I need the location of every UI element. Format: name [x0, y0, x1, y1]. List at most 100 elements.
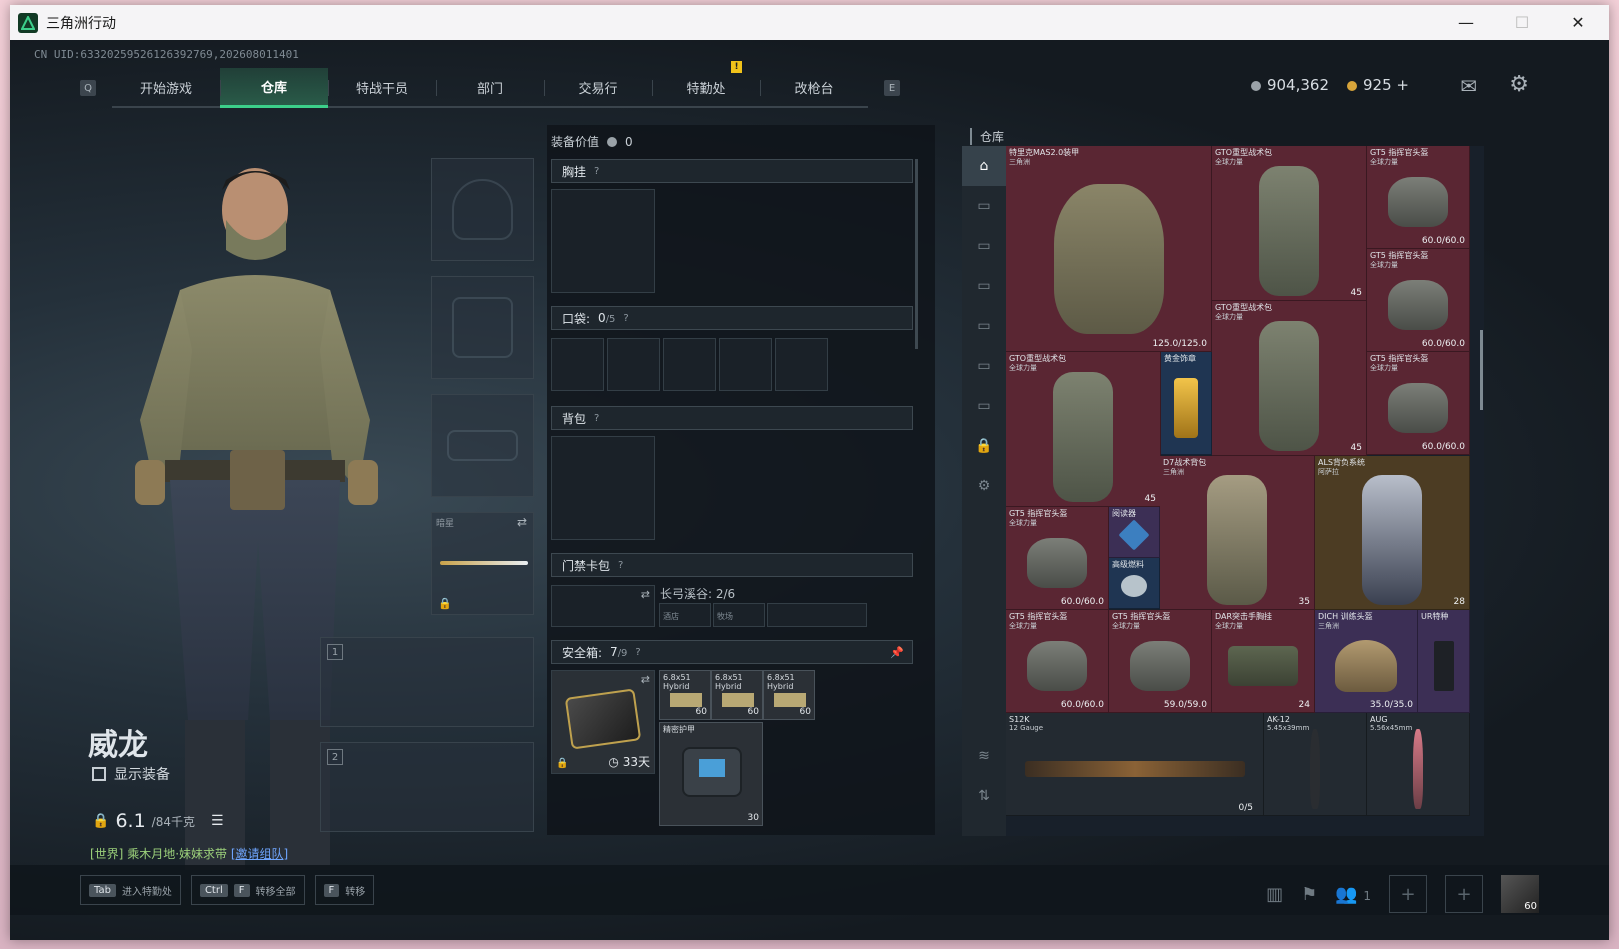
stash-item-backpack[interactable]: GTO重型战术包 全球力量 45 [1006, 352, 1161, 507]
pocket-slot[interactable] [663, 338, 716, 391]
bond-balance[interactable]: 925 + [1347, 76, 1409, 94]
stash-scrollbar[interactable] [1480, 330, 1483, 410]
help-icon[interactable]: ? [594, 166, 599, 177]
keycard-case-slot[interactable]: ⇄ [551, 585, 655, 627]
stash-item-helmet[interactable]: GT5 指挥官头盔 全球力量 60.0/60.0 [1006, 507, 1109, 610]
ammo-name: 6.8x51 Hybrid [767, 673, 795, 691]
help-icon[interactable]: ? [618, 560, 623, 571]
stash-page-icon[interactable]: ▭ [962, 226, 1006, 266]
flag-icon[interactable]: ⚑ [1301, 884, 1317, 905]
tab-operators[interactable]: 特战干员 [328, 68, 436, 108]
pin-icon[interactable]: 📌 [890, 646, 904, 659]
stash-item-helmet[interactable]: DICH 训练头盔 三角洲 35.0/35.0 [1315, 610, 1418, 713]
safebox-slot[interactable]: ⇄ 🔒 ◷ 33天 [551, 670, 655, 774]
stash-item-shotgun[interactable]: S12K 12 Gauge 0/5 [1006, 713, 1264, 816]
stash-item-backpack[interactable]: D7战术背包 三角洲 35 [1160, 456, 1315, 610]
nav-right-key[interactable]: E [884, 80, 900, 96]
tab-department[interactable]: 部门 [436, 68, 544, 108]
help-icon[interactable]: ? [623, 313, 628, 324]
stash-item-helmet[interactable]: GT5 指挥官头盔 全球力量 60.0/60.0 [1006, 610, 1109, 713]
hint-enter-special-ops[interactable]: Tab 进入特勤处 [80, 875, 181, 905]
stash-item-backpack[interactable]: ALS背负系统 阿萨拉 28 [1315, 456, 1470, 610]
tab-gunsmith[interactable]: 改枪台 [760, 68, 868, 108]
primary-weapon-slot-2[interactable]: 2 [320, 742, 534, 832]
stash-item-fuel[interactable]: 高级燃料 [1109, 558, 1160, 609]
stash-page-icon[interactable]: ▭ [962, 266, 1006, 306]
stash-settings-icon[interactable]: ⚙ [962, 466, 1006, 506]
stash-item-backpack[interactable]: GTO重型战术包 全球力量 45 [1212, 301, 1367, 456]
stash-item-gold-badge[interactable]: 黄金饰章 [1161, 352, 1212, 455]
show-gear-toggle[interactable]: 显示装备 [92, 764, 170, 784]
minimize-button[interactable]: — [1443, 5, 1489, 40]
stash-item-reader[interactable]: 阅读器 [1109, 507, 1160, 558]
swap-icon[interactable]: ⇄ [517, 515, 527, 529]
tab-special-ops[interactable]: 特勤处 [652, 68, 760, 108]
stash-item-helmet[interactable]: GT5 指挥官头盔 全球力量 60.0/60.0 [1367, 249, 1470, 352]
help-icon[interactable]: ? [635, 647, 640, 658]
stats-icon[interactable]: ▥ [1266, 884, 1283, 905]
scrollbar[interactable] [915, 159, 918, 349]
close-button[interactable]: ✕ [1555, 5, 1601, 40]
pocket-slot[interactable] [775, 338, 828, 391]
stash-item-helmet[interactable]: GT5 指挥官头盔 全球力量 60.0/60.0 [1367, 352, 1470, 455]
stash-layers-icon[interactable]: ≋ [962, 736, 1006, 776]
armor-kit-item[interactable]: 精密护甲 30 [659, 722, 763, 826]
stash-page-icon[interactable]: ▭ [962, 386, 1006, 426]
invite-slot-plus-icon[interactable]: + [1389, 875, 1427, 913]
stash-item-rifle[interactable]: AK-12 5.45x39mm [1264, 713, 1367, 816]
mail-icon[interactable]: ✉ [1460, 74, 1477, 98]
player-avatar[interactable]: 60 [1501, 875, 1539, 913]
melee-slot[interactable]: 暗星 ⇄ 🔒 [431, 512, 534, 615]
keycard-item[interactable]: 酒店 [659, 603, 711, 627]
armor-slot[interactable] [431, 276, 534, 379]
stash-home-icon[interactable]: ⌂ [962, 146, 1006, 186]
stash-item-stock[interactable]: UR特种 [1418, 610, 1470, 713]
stash-item-helmet[interactable]: GT5 指挥官头盔 全球力量 59.0/59.0 [1109, 610, 1212, 713]
swap-icon[interactable]: ⇄ [641, 673, 650, 686]
stash-item-helmet[interactable]: GT5 指挥官头盔 全球力量 60.0/60.0 [1367, 146, 1470, 249]
helmet-slot[interactable] [431, 158, 534, 261]
weight-list-icon[interactable]: ☰ [211, 813, 224, 829]
item-durability: 60.0/60.0 [1060, 700, 1104, 710]
nav-left-key[interactable]: Q [80, 80, 96, 96]
stash-sort-icon[interactable]: ⇅ [962, 776, 1006, 816]
help-icon[interactable]: ? [594, 413, 599, 424]
chat-invite-link[interactable]: [邀请组队] [231, 847, 288, 861]
hint-transfer[interactable]: F 转移 [314, 875, 375, 905]
backpack-slot[interactable] [551, 436, 655, 540]
stash-page-icon[interactable]: ▭ [962, 186, 1006, 226]
show-gear-checkbox[interactable] [92, 767, 106, 781]
stash-page-icon[interactable]: ▭ [962, 346, 1006, 386]
tab-warehouse[interactable]: 仓库 [220, 68, 328, 108]
stash-item-armor[interactable]: 特里克MAS2.0装甲 三角洲 125.0/125.0 [1006, 146, 1212, 352]
chest-rig-header: 胸挂 ? [551, 159, 913, 183]
ammo-item[interactable]: 6.8x51 Hybrid 60 [711, 670, 763, 720]
ammo-item[interactable]: 6.8x51 Hybrid 60 [763, 670, 815, 720]
pistol-slot[interactable] [431, 394, 534, 497]
tab-trading[interactable]: 交易行 [544, 68, 652, 108]
tab-start-game[interactable]: 开始游戏 [112, 68, 220, 108]
add-currency-button[interactable]: + [1396, 76, 1409, 94]
maximize-button[interactable]: ☐ [1499, 5, 1545, 40]
squad-count: 1 [1363, 888, 1371, 903]
hint-transfer-all[interactable]: Ctrl F 转移全部 [190, 875, 305, 905]
invite-slot-plus-icon[interactable]: + [1445, 875, 1483, 913]
stash-page-icon[interactable]: ▭ [962, 306, 1006, 346]
stash-item-rifle[interactable]: AUG 5.56x45mm [1367, 713, 1470, 816]
squad-icon[interactable]: 👥 1 [1335, 884, 1371, 905]
pocket-slot[interactable] [607, 338, 660, 391]
settings-gear-icon[interactable]: ⚙ [1509, 72, 1529, 97]
stash-lock-icon[interactable]: 🔒 [962, 426, 1006, 466]
equip-value-label: 装备价值 [551, 135, 600, 149]
chest-rig-slot[interactable] [551, 189, 655, 293]
keycard-item[interactable]: 牧场 [713, 603, 765, 627]
pocket-slot[interactable] [551, 338, 604, 391]
pocket-slot[interactable] [719, 338, 772, 391]
primary-weapon-slot-1[interactable]: 1 [320, 637, 534, 727]
keycard-empty-slot[interactable] [767, 603, 867, 627]
world-chat-line[interactable]: [世界] 乘木月地·妹妹求带 [邀请组队] [90, 845, 288, 862]
stash-item-backpack[interactable]: GTO重型战术包 全球力量 45 [1212, 146, 1367, 301]
swap-icon[interactable]: ⇄ [641, 588, 650, 601]
stash-item-chest-rig[interactable]: DAR突击手胸挂 全球力量 24 [1212, 610, 1315, 713]
ammo-item[interactable]: 6.8x51 Hybrid 60 [659, 670, 711, 720]
